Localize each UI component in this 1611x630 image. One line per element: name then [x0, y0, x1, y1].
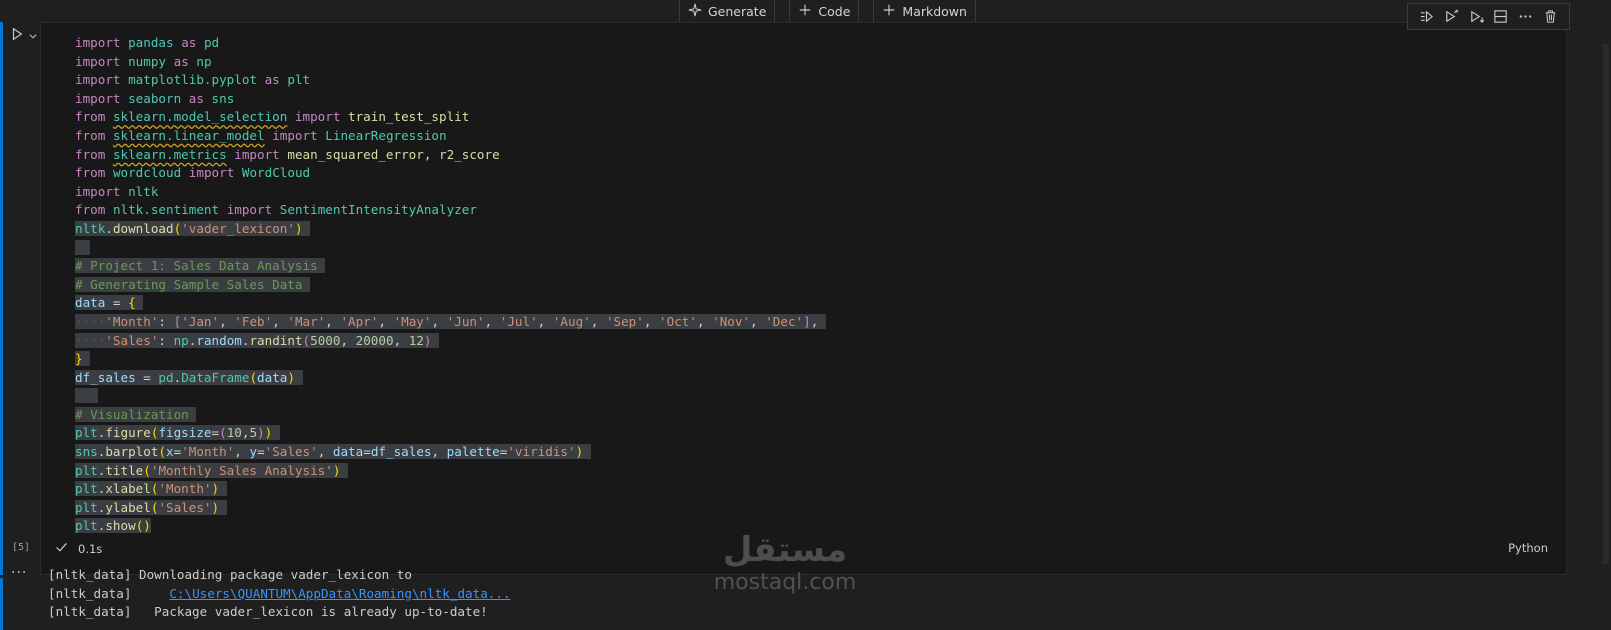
code-line: import numpy as np: [75, 53, 212, 69]
code-line: [75, 387, 826, 406]
output-focus-indicator: [0, 578, 3, 630]
cell-status: 0.1s: [55, 541, 102, 557]
code-line: from wordcloud import WordCloud: [75, 165, 311, 181]
code-line: # Generating Sample Sales Data: [75, 276, 311, 292]
code-line: data = {: [75, 294, 826, 313]
scrollbar-thumb[interactable]: [1603, 44, 1609, 564]
run-cell-icon[interactable]: [10, 26, 24, 45]
more-actions-icon[interactable]: [1518, 9, 1533, 24]
markdown-label: Markdown: [902, 3, 967, 19]
code-line: import nltk: [75, 183, 159, 199]
code-line: # Project 1: Sales Data Analysis: [75, 258, 326, 274]
plus-icon: [882, 3, 896, 20]
code-line: sns.barplot(x='Month', y='Sales', data=d…: [75, 443, 826, 462]
code-line: from sklearn.model_selection import trai…: [75, 109, 470, 125]
language-picker[interactable]: Python: [1508, 541, 1548, 555]
generate-label: Generate: [708, 3, 767, 19]
code-line: from nltk.sentiment import SentimentInte…: [75, 202, 477, 218]
run-by-line-icon[interactable]: [1419, 9, 1434, 24]
add-markdown-cell-button[interactable]: Markdown: [873, 0, 976, 23]
code-line: import seaborn as sns: [75, 90, 235, 106]
cell-toolbar: [1407, 3, 1570, 30]
split-cell-icon[interactable]: [1493, 9, 1508, 24]
nltk-data-path-link[interactable]: C:\Users\QUANTUM\AppData\Roaming\nltk_da…: [169, 586, 510, 601]
code-line: nltk.download('vader_lexicon'): [75, 220, 826, 239]
code-line: plt.title('Monthly Sales Analysis'): [75, 462, 826, 481]
add-code-cell-button[interactable]: Code: [789, 0, 860, 23]
code-line: [75, 239, 826, 258]
plus-icon: [798, 3, 812, 20]
execution-time: 0.1s: [78, 542, 103, 556]
watermark-logo: مستقل: [722, 530, 848, 570]
code-line: plt.figure(figsize=(10,5)): [75, 424, 826, 443]
code-line: ····'Month': ['Jan', 'Feb', 'Mar', 'Apr'…: [75, 313, 826, 329]
run-cell-control[interactable]: [10, 26, 38, 45]
code-block[interactable]: import pandas as pd import numpy as np imp…: [75, 34, 826, 536]
code-label: Code: [818, 3, 851, 19]
code-line: plt.xlabel('Month'): [75, 480, 826, 499]
code-line: df_sales = pd.DataFrame(data): [75, 369, 826, 388]
watermark-text: mostaql.com: [713, 570, 857, 595]
delete-cell-icon[interactable]: [1543, 9, 1558, 24]
chevron-down-icon[interactable]: [28, 26, 38, 45]
code-line: from sklearn.linear_model import LinearR…: [75, 127, 447, 143]
output-line: [nltk_data] Downloading package vader_le…: [48, 567, 412, 582]
mostaql-watermark: مستقل mostaql.com: [700, 530, 870, 600]
check-icon: [55, 541, 68, 557]
generate-button[interactable]: Generate: [679, 0, 776, 23]
vertical-scrollbar[interactable]: [1599, 22, 1611, 575]
sparkle-icon: [688, 3, 702, 20]
code-line: # Visualization: [75, 406, 197, 422]
cell-focus-indicator: [0, 22, 3, 575]
code-line: }: [75, 350, 826, 369]
cell-output: [nltk_data] Downloading package vader_le…: [48, 566, 511, 622]
output-line: [nltk_data] Package vader_lexicon is alr…: [48, 604, 488, 620]
code-line: import pandas as pd: [75, 35, 220, 50]
code-line: ····'Sales': np.random.randint(5000, 200…: [75, 332, 826, 351]
insert-toolbar: Generate Code Markdown: [679, 0, 976, 23]
code-line: import matplotlib.pyplot as plt: [75, 72, 311, 88]
code-line: from sklearn.metrics import mean_squared…: [75, 146, 500, 162]
execute-below-icon[interactable]: [1469, 9, 1484, 24]
execute-above-icon[interactable]: [1444, 9, 1459, 24]
output-actions-icon[interactable]: ···: [11, 565, 27, 581]
output-line: [nltk_data] C:\Users\QUANTUM\AppData\Roa…: [48, 585, 511, 601]
execution-count: [5]: [12, 542, 31, 553]
code-line: plt.ylabel('Sales'): [75, 499, 826, 518]
